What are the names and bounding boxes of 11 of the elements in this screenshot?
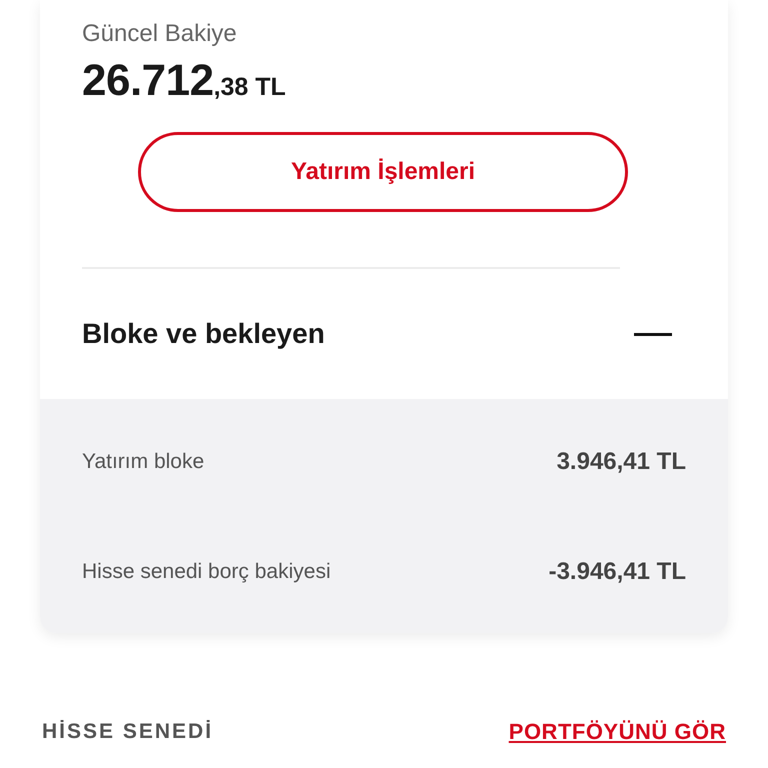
investment-operations-button[interactable]: Yatırım İşlemleri [138,132,628,212]
section-heading: HİSSE SENEDİ [42,720,214,744]
row-label: Yatırım bloke [82,450,204,474]
row-value: 3.946,41 TL [556,448,686,476]
balance-integer: 26.712 [82,56,214,106]
view-portfolio-link[interactable]: PORTFÖYÜNÜ GÖR [508,719,726,745]
row-value: -3.946,41 TL [548,558,686,586]
balance-decimal: ,38 TL [214,73,286,102]
section-title: Bloke ve bekleyen [82,318,325,350]
balance-label: Güncel Bakiye [82,20,237,48]
row-label: Hisse senedi borç bakiyesi [82,560,331,584]
